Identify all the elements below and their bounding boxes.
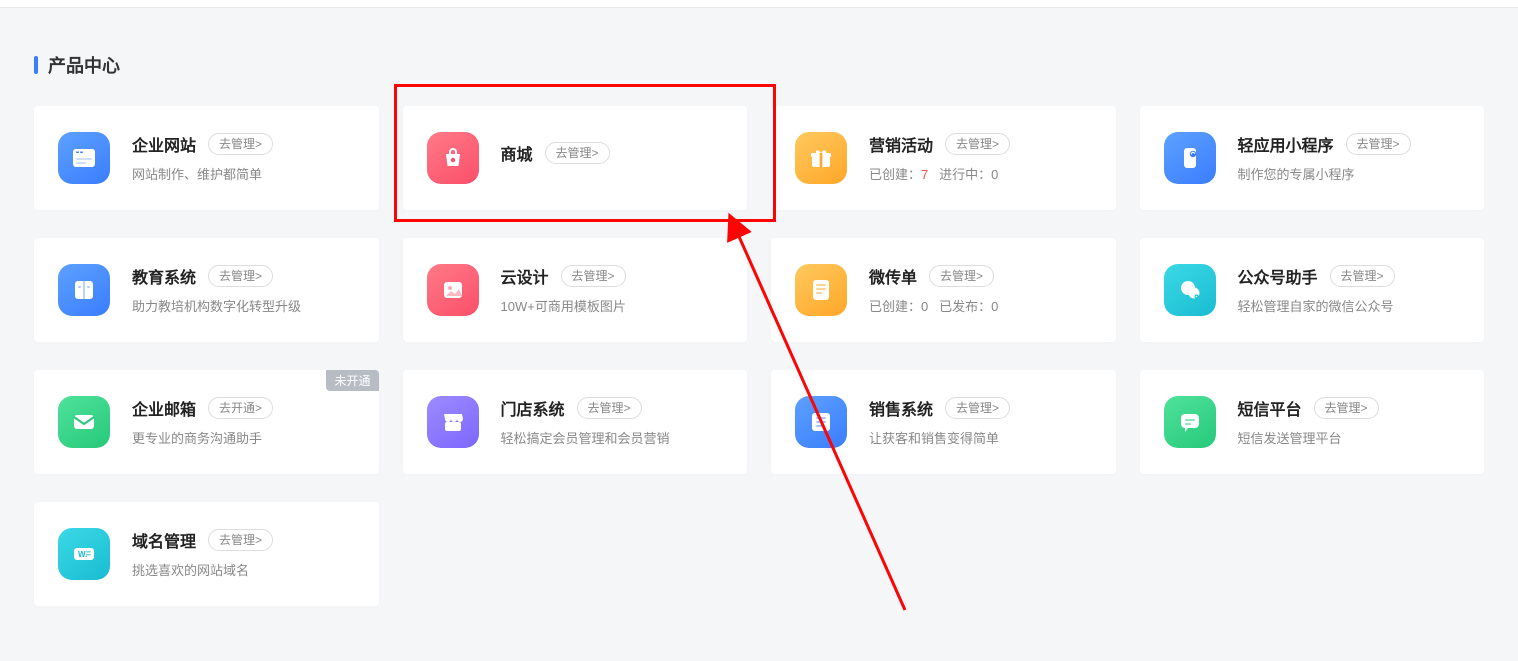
card-body: 公众号助手去管理> 轻松管理自家的微信公众号	[1238, 264, 1461, 316]
manage-button[interactable]: 去管理>	[929, 265, 994, 287]
card-body: 企业邮箱去开通> 更专业的商务沟通助手	[132, 396, 355, 448]
manage-button[interactable]: 去管理>	[561, 265, 626, 287]
image-icon	[427, 264, 479, 316]
card-title: 门店系统	[501, 396, 565, 420]
manage-button[interactable]: 去管理>	[208, 529, 273, 551]
gift-icon	[795, 132, 847, 184]
card-body: 云设计去管理> 10W+可商用模板图片	[501, 264, 724, 316]
book-icon	[58, 264, 110, 316]
domain-icon	[58, 528, 110, 580]
card-desc: 短信发送管理平台	[1238, 430, 1461, 448]
manage-button[interactable]: 去管理>	[945, 397, 1010, 419]
card-desc: 让获客和销售变得简单	[869, 430, 1092, 448]
product-card-store[interactable]: 门店系统去管理> 轻松搞定会员管理和会员营销	[403, 370, 748, 474]
product-card-sms[interactable]: 短信平台去管理> 短信发送管理平台	[1140, 370, 1485, 474]
chat-icon	[1164, 396, 1216, 448]
card-body: 轻应用小程序去管理> 制作您的专属小程序	[1238, 132, 1461, 184]
product-card-marketing[interactable]: 营销活动去管理> 已创建：7 进行中：0	[771, 106, 1116, 210]
card-title: 轻应用小程序	[1238, 132, 1334, 156]
created-label: 已创建：	[869, 167, 921, 182]
created-value: 7	[921, 167, 928, 182]
card-body: 域名管理去管理> 挑选喜欢的网站域名	[132, 528, 355, 580]
card-body: 销售系统去管理> 让获客和销售变得简单	[869, 396, 1092, 448]
card-body: 短信平台去管理> 短信发送管理平台	[1238, 396, 1461, 448]
manage-button[interactable]: 去管理>	[208, 133, 273, 155]
product-card-mall[interactable]: 商城去管理>	[403, 106, 748, 210]
card-title: 教育系统	[132, 264, 196, 288]
card-title: 短信平台	[1238, 396, 1302, 420]
phone-icon	[1164, 132, 1216, 184]
product-card-sales[interactable]: 销售系统去管理> 让获客和销售变得简单	[771, 370, 1116, 474]
created-value: 0	[921, 299, 928, 314]
product-card-email[interactable]: 未开通企业邮箱去开通> 更专业的商务沟通助手	[34, 370, 379, 474]
manage-button[interactable]: 去管理>	[577, 397, 642, 419]
running-label: 已发布：	[939, 299, 991, 314]
top-bar	[0, 0, 1518, 8]
manage-button[interactable]: 去管理>	[945, 133, 1010, 155]
card-title: 企业邮箱	[132, 396, 196, 420]
card-desc: 轻松搞定会员管理和会员营销	[501, 430, 724, 448]
product-card-miniapp[interactable]: 轻应用小程序去管理> 制作您的专属小程序	[1140, 106, 1485, 210]
product-card-design[interactable]: 云设计去管理> 10W+可商用模板图片	[403, 238, 748, 342]
manage-button[interactable]: 去管理>	[1346, 133, 1411, 155]
card-desc: 助力教培机构数字化转型升级	[132, 298, 355, 316]
running-value: 0	[991, 167, 998, 182]
manage-button[interactable]: 去管理>	[1330, 265, 1395, 287]
card-title: 企业网站	[132, 132, 196, 156]
open-button[interactable]: 去开通>	[208, 397, 273, 419]
manage-button[interactable]: 去管理>	[208, 265, 273, 287]
list-icon	[795, 396, 847, 448]
product-card-domain[interactable]: 域名管理去管理> 挑选喜欢的网站域名	[34, 502, 379, 606]
card-desc: 轻松管理自家的微信公众号	[1238, 298, 1461, 316]
card-body: 教育系统去管理> 助力教培机构数字化转型升级	[132, 264, 355, 316]
created-label: 已创建：	[869, 299, 921, 314]
running-label: 进行中：	[939, 167, 991, 182]
browser-icon	[58, 132, 110, 184]
card-desc: 网站制作、维护都简单	[132, 166, 355, 184]
card-desc: 挑选喜欢的网站域名	[132, 562, 355, 580]
card-desc: 制作您的专属小程序	[1238, 166, 1461, 184]
running-value: 0	[991, 299, 998, 314]
wechat-icon	[1164, 264, 1216, 316]
badge-not-open: 未开通	[326, 370, 378, 391]
card-title: 商城	[501, 141, 533, 165]
card-desc: 10W+可商用模板图片	[501, 298, 724, 316]
card-desc: 更专业的商务沟通助手	[132, 430, 355, 448]
card-body: 营销活动去管理> 已创建：7 进行中：0	[869, 132, 1092, 184]
card-body: 门店系统去管理> 轻松搞定会员管理和会员营销	[501, 396, 724, 448]
product-center-section: 产品中心 企业网站去管理>网站制作、维护都简单商城去管理>营销活动去管理>已创建…	[0, 8, 1518, 606]
product-card-edu[interactable]: 教育系统去管理> 助力教培机构数字化转型升级	[34, 238, 379, 342]
card-title: 销售系统	[869, 396, 933, 420]
section-title: 产品中心	[34, 52, 1484, 78]
manage-button[interactable]: 去管理>	[1314, 397, 1379, 419]
bag-icon	[427, 132, 479, 184]
card-title: 公众号助手	[1238, 264, 1318, 288]
card-stats: 已创建：7 进行中：0	[869, 166, 1092, 184]
card-body: 企业网站去管理> 网站制作、维护都简单	[132, 132, 355, 184]
card-title: 微传单	[869, 264, 917, 288]
doc-icon	[795, 264, 847, 316]
card-title: 营销活动	[869, 132, 933, 156]
shop-icon	[427, 396, 479, 448]
card-stats: 已创建：0 已发布：0	[869, 298, 1092, 316]
product-card-wechat[interactable]: 公众号助手去管理> 轻松管理自家的微信公众号	[1140, 238, 1485, 342]
manage-button[interactable]: 去管理>	[545, 142, 610, 164]
product-card-leaflet[interactable]: 微传单去管理>已创建：0 已发布：0	[771, 238, 1116, 342]
card-body: 微传单去管理>已创建：0 已发布：0	[869, 264, 1092, 316]
product-card-website[interactable]: 企业网站去管理> 网站制作、维护都简单	[34, 106, 379, 210]
card-title: 云设计	[501, 264, 549, 288]
card-title: 域名管理	[132, 528, 196, 552]
product-grid: 企业网站去管理>网站制作、维护都简单商城去管理>营销活动去管理>已创建：7 进行…	[34, 106, 1484, 606]
mail-icon	[58, 396, 110, 448]
card-body: 商城去管理>	[501, 141, 724, 175]
